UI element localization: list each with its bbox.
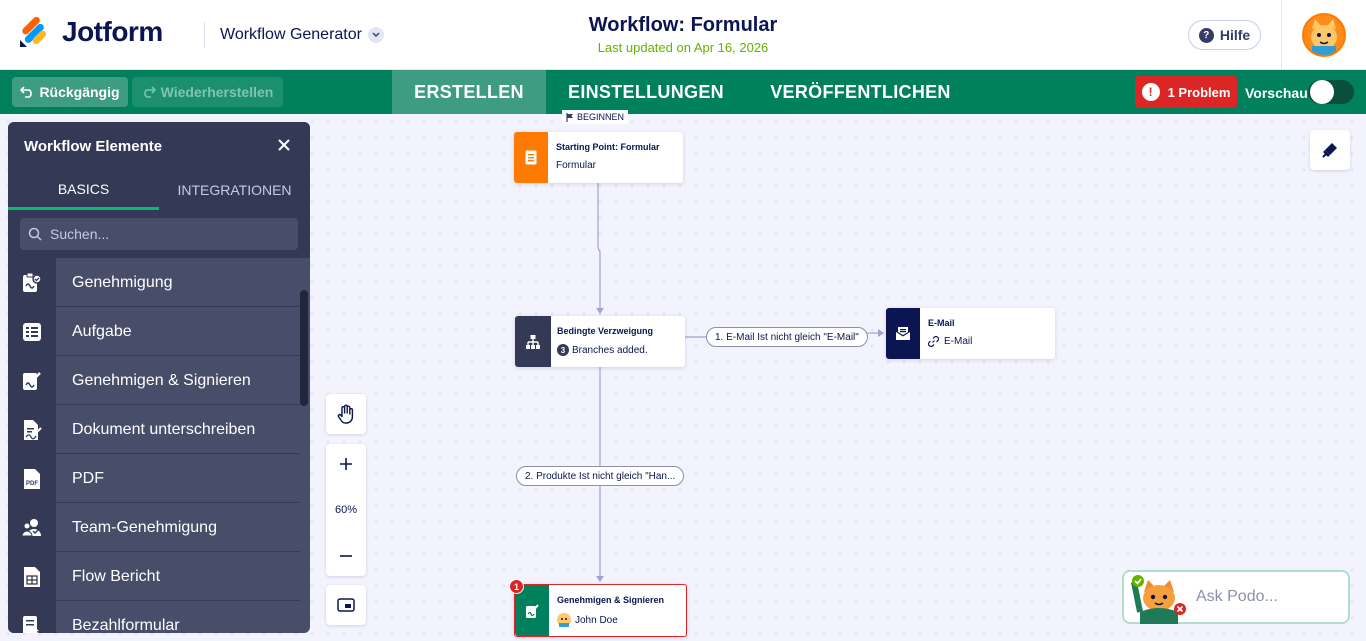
ask-podo-assistant[interactable]: Ask Podo... bbox=[1122, 570, 1350, 624]
pdf-icon: PDF bbox=[8, 454, 56, 503]
item-label: Aufgabe bbox=[72, 322, 132, 340]
flag-icon bbox=[566, 112, 573, 122]
panel-search-area bbox=[8, 210, 310, 258]
node-title: E-Mail bbox=[928, 318, 955, 328]
branch-count-badge: 3 bbox=[557, 344, 569, 356]
email-sub-text: E-Mail bbox=[944, 336, 973, 347]
close-icon[interactable] bbox=[276, 137, 292, 153]
edge-label-branch-1[interactable]: 1. E-Mail Ist nicht gleich "E-Mail" bbox=[706, 327, 868, 347]
item-label: Dokument unterschreiben bbox=[72, 420, 256, 438]
node-title: Starting Point: Formular bbox=[556, 142, 660, 152]
assignee-name: John Doe bbox=[575, 614, 618, 626]
list-item-genehmigen-signieren[interactable]: Genehmigen & Signieren bbox=[8, 356, 300, 405]
node-subtitle: E-Mail bbox=[928, 336, 972, 347]
item-label: Flow Bericht bbox=[72, 567, 161, 585]
branch-icon bbox=[515, 316, 551, 367]
node-approve-sign[interactable]: Genehmigen & Signieren John Doe bbox=[514, 584, 687, 637]
svg-text:PDF: PDF bbox=[26, 481, 38, 487]
svg-text:$: $ bbox=[34, 628, 39, 634]
email-icon bbox=[886, 308, 920, 359]
node-conditional-branch[interactable]: Bedingte Verzweigung 3 Branches added. bbox=[515, 316, 685, 367]
pan-hand-button[interactable] bbox=[326, 394, 366, 434]
item-label: Genehmigen & Signieren bbox=[72, 371, 251, 389]
list-item-bezahlformular[interactable]: $ Bezahlformular bbox=[8, 601, 300, 633]
panel-tabs: BASICS INTEGRATIONEN bbox=[8, 170, 310, 210]
search-input[interactable] bbox=[50, 226, 280, 242]
node-starting-point[interactable]: Starting Point: Formular Formular bbox=[514, 132, 683, 183]
node-error-badge: 1 bbox=[509, 579, 524, 594]
node-subtitle: Formular bbox=[556, 160, 597, 171]
payment-form-icon: $ bbox=[8, 601, 56, 633]
zoom-level: 60% bbox=[334, 504, 358, 516]
tab-basics[interactable]: BASICS bbox=[8, 170, 159, 210]
begin-label: BEGINNEN bbox=[562, 110, 629, 124]
panel-title: Workflow Elemente bbox=[24, 137, 163, 155]
workflow-elements-panel: Workflow Elemente BASICS INTEGRATIONEN G… bbox=[8, 122, 310, 633]
podo-mascot-icon bbox=[1131, 575, 1186, 624]
search-box bbox=[20, 218, 298, 250]
link-icon bbox=[928, 336, 939, 347]
node-subtitle: 3 Branches added. bbox=[557, 344, 653, 356]
team-approval-icon bbox=[8, 503, 56, 552]
node-email[interactable]: E-Mail E-Mail bbox=[886, 308, 1055, 359]
approve-sign-icon bbox=[8, 356, 56, 405]
zoom-out-button[interactable] bbox=[326, 536, 366, 576]
zoom-controls: 60% bbox=[326, 444, 366, 576]
begin-text: BEGINNEN bbox=[577, 112, 625, 122]
minimap-button[interactable] bbox=[326, 585, 366, 625]
node-title: Bedingte Verzweigung bbox=[557, 326, 654, 336]
panel-header: Workflow Elemente bbox=[8, 122, 310, 170]
node-subtitle: John Doe bbox=[557, 613, 664, 627]
tab-integrationen[interactable]: INTEGRATIONEN bbox=[159, 170, 310, 210]
list-item-pdf[interactable]: PDF PDF bbox=[8, 454, 300, 503]
item-label: Bezahlformular bbox=[72, 616, 180, 634]
list-item-flow-bericht[interactable]: Flow Bericht bbox=[8, 552, 300, 601]
elements-list: Genehmigung Aufgabe Genehmigen & Signier… bbox=[8, 258, 300, 633]
search-icon bbox=[28, 227, 42, 241]
list-item-team-genehmigung[interactable]: Team-Genehmigung bbox=[8, 503, 300, 552]
form-icon bbox=[514, 132, 548, 183]
item-label: Genehmigung bbox=[72, 273, 173, 291]
approval-icon bbox=[8, 258, 56, 307]
task-list-icon bbox=[8, 307, 56, 356]
plus-icon bbox=[340, 458, 352, 470]
panel-scrollbar[interactable] bbox=[300, 290, 308, 406]
node-title: Genehmigen & Signieren bbox=[557, 595, 665, 605]
edge-label-branch-2[interactable]: 2. Produkte Ist nicht gleich "Han... bbox=[516, 466, 685, 486]
design-button[interactable] bbox=[1310, 130, 1350, 170]
minimap-icon bbox=[337, 598, 355, 612]
list-item-aufgabe[interactable]: Aufgabe bbox=[8, 307, 300, 356]
zoom-in-button[interactable] bbox=[326, 444, 366, 484]
ask-podo-label: Ask Podo... bbox=[1196, 588, 1278, 605]
hand-icon bbox=[337, 404, 354, 424]
item-label: Team-Genehmigung bbox=[72, 518, 217, 536]
list-item-dokument-unterschreiben[interactable]: Dokument unterschreiben bbox=[8, 405, 300, 454]
assignee-avatar-icon bbox=[557, 613, 571, 627]
sign-document-icon bbox=[8, 405, 56, 454]
paint-brush-icon bbox=[1322, 143, 1337, 158]
branch-count-text: Branches added. bbox=[572, 344, 648, 356]
list-item-genehmigung[interactable]: Genehmigung bbox=[8, 258, 300, 307]
flow-report-icon bbox=[8, 552, 56, 601]
item-label: PDF bbox=[72, 469, 104, 487]
minus-icon bbox=[340, 555, 352, 557]
